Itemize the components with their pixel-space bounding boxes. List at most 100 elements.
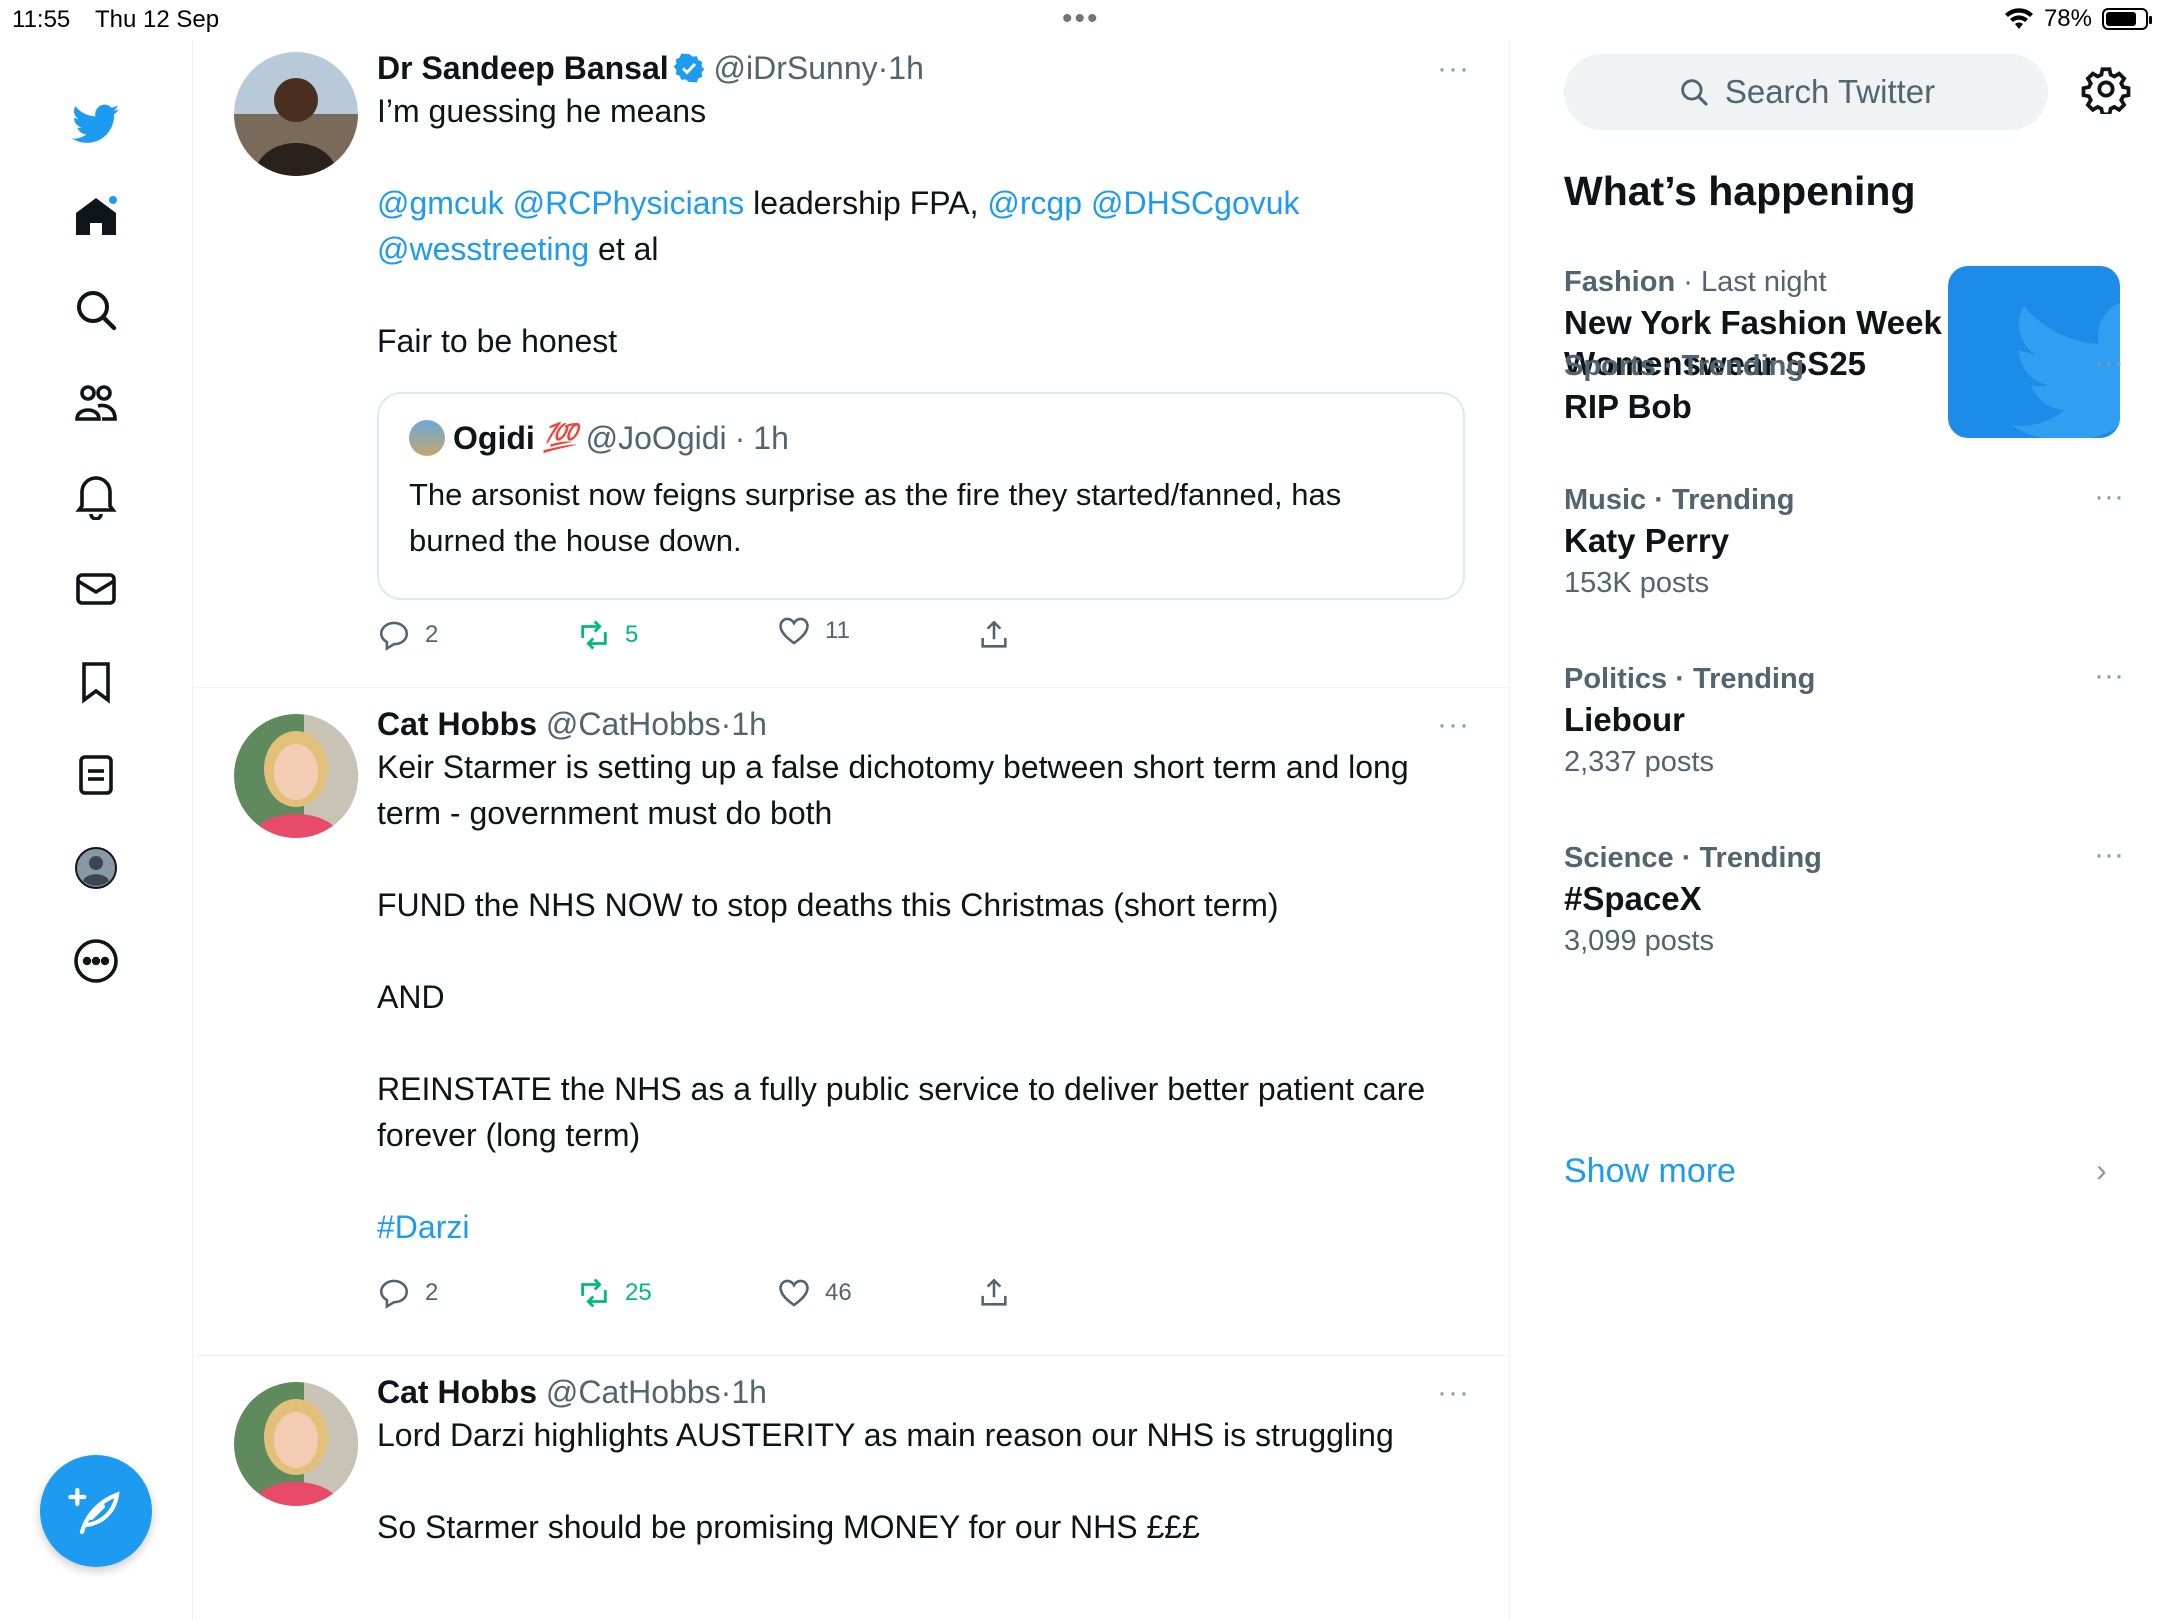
left-nav xyxy=(0,40,193,1620)
search-icon xyxy=(1681,79,1708,106)
tweet-more-button[interactable]: ··· xyxy=(1437,1376,1470,1410)
status-right: 78% xyxy=(2004,5,2152,33)
reply-button[interactable]: 2 xyxy=(377,618,438,652)
tweet-text: I’m guessing he means @gmcuk @RCPhysicia… xyxy=(377,88,1447,364)
compose-tweet-button[interactable] xyxy=(40,1455,152,1567)
tweet-time[interactable]: 1h xyxy=(731,706,767,742)
heart-icon xyxy=(779,1279,809,1307)
twitter-logo-icon[interactable] xyxy=(62,90,130,158)
like-button[interactable]: 11 xyxy=(777,614,850,648)
mention-link[interactable]: @RCPhysicians xyxy=(513,185,745,221)
explore-search-icon[interactable] xyxy=(62,276,130,344)
retweet-button[interactable]: 25 xyxy=(577,1276,652,1310)
compose-feather-icon xyxy=(68,1487,120,1535)
quote-header: Ogidi 💯 @JoOgidi · 1h xyxy=(409,418,1433,458)
like-count: 46 xyxy=(825,1279,852,1306)
retweet-count: 25 xyxy=(625,1279,652,1306)
trend-item[interactable]: Music · Trending Katy Perry 153K posts ·… xyxy=(1564,480,2124,605)
tweet[interactable]: Cat Hobbs @CatHobbs·1h Keir Starmer is s… xyxy=(194,688,1509,1356)
like-button[interactable]: 46 xyxy=(777,1276,852,1310)
heart-icon xyxy=(779,617,809,645)
trend-item[interactable]: Politics · Trending Liebour 2,337 posts … xyxy=(1564,659,2124,784)
retweet-button[interactable]: 5 xyxy=(577,618,638,652)
tweet-line: So Starmer should be promising MONEY for… xyxy=(377,1509,1200,1545)
trend-title: #SpaceX xyxy=(1564,880,1702,917)
trend-more-button[interactable]: ··· xyxy=(2094,480,2124,514)
trend-title: Liebour xyxy=(1564,701,1685,738)
home-icon[interactable] xyxy=(62,183,130,251)
tweet[interactable]: Cat Hobbs @CatHobbs·1h Lord Darzi highli… xyxy=(194,1356,1509,1620)
trend-more-button[interactable]: ··· xyxy=(2094,838,2124,872)
share-icon xyxy=(981,620,1007,648)
reply-button[interactable]: 2 xyxy=(377,1276,438,1310)
trend-more-button[interactable]: ··· xyxy=(2094,659,2124,693)
trend-count: 2,337 posts xyxy=(1564,746,1714,778)
search-placeholder: Search Twitter xyxy=(1724,73,1936,110)
tweet-line: @wesstreeting et al xyxy=(377,226,1447,272)
tweet-time[interactable]: 1h xyxy=(888,50,924,86)
tweet-line: Keir Starmer is setting up a false dicho… xyxy=(377,749,1409,831)
avatar[interactable] xyxy=(234,714,358,838)
tweet-actions: 2 5 11 xyxy=(377,617,1277,658)
communities-icon[interactable] xyxy=(62,369,130,437)
trend-category: Science xyxy=(1564,842,1674,874)
more-options-icon[interactable] xyxy=(62,927,130,995)
lists-icon[interactable] xyxy=(62,741,130,809)
settings-gear-icon[interactable] xyxy=(2081,64,2137,120)
bookmarks-icon[interactable] xyxy=(62,648,130,716)
tweet-actions: 2 25 46 xyxy=(377,1276,1277,1316)
trend-item[interactable]: Science · Trending #SpaceX 3,099 posts ·… xyxy=(1564,838,2124,963)
quote-text: The arsonist now feigns surprise as the … xyxy=(409,477,1342,558)
author-handle[interactable]: @CatHobbs xyxy=(546,706,721,742)
avatar[interactable] xyxy=(234,1382,358,1506)
mention-link[interactable]: @DHSCgovuk xyxy=(1091,185,1300,221)
share-button[interactable] xyxy=(977,1276,1011,1310)
tweet-text: Lord Darzi highlights AUSTERITY as main … xyxy=(377,1412,1447,1550)
trend-context: Trending xyxy=(1692,663,1816,695)
reply-icon xyxy=(379,621,409,651)
mention-link[interactable]: @wesstreeting xyxy=(377,231,589,267)
trend-more-button[interactable]: ··· xyxy=(2094,346,2124,380)
quoted-tweet[interactable]: Ogidi 💯 @JoOgidi · 1h The arsonist now fei… xyxy=(377,392,1465,600)
mention-link[interactable]: @gmcuk xyxy=(377,185,504,221)
author-name[interactable]: Cat Hobbs xyxy=(377,706,537,742)
search-input[interactable]: Search Twitter xyxy=(1564,54,2048,130)
trend-context: Trending xyxy=(1681,350,1805,382)
mention-link[interactable]: @rcgp xyxy=(987,185,1082,221)
chevron-right-icon: › xyxy=(2096,1152,2107,1188)
notifications-bell-icon[interactable] xyxy=(62,462,130,530)
retweet-count: 5 xyxy=(625,621,639,648)
author-handle[interactable]: @CatHobbs xyxy=(546,1374,721,1410)
retweet-icon xyxy=(581,620,607,650)
tweet-header: Cat Hobbs @CatHobbs·1h xyxy=(377,704,1447,744)
author-name[interactable]: Dr Sandeep Bansal xyxy=(377,50,669,86)
trend-item[interactable]: Sports · Trending RIP Bob ··· xyxy=(1564,346,2124,427)
profile-avatar-icon[interactable] xyxy=(62,834,130,902)
quote-author-handle: @JoOgidi xyxy=(585,420,727,456)
tweet-body: Cat Hobbs @CatHobbs·1h Keir Starmer is s… xyxy=(377,704,1447,1250)
messages-envelope-icon[interactable] xyxy=(62,555,130,623)
tweet-more-button[interactable]: ··· xyxy=(1437,52,1470,86)
battery-icon xyxy=(2102,8,2152,30)
tweet[interactable]: Dr Sandeep Bansal @iDrSunny·1h I’m guess… xyxy=(194,40,1509,688)
right-sidebar: Search Twitter What’s happening Fashion … xyxy=(1511,40,2160,1620)
tweet-line: REINSTATE the NHS as a fully public serv… xyxy=(377,1071,1426,1153)
avatar[interactable] xyxy=(234,52,358,176)
tweet-line: #Darzi xyxy=(377,1204,1447,1250)
retweet-icon xyxy=(581,1278,607,1308)
separator-dot: · xyxy=(720,706,732,742)
reply-count: 2 xyxy=(425,1279,439,1306)
separator-dot: · xyxy=(1683,266,1693,298)
separator-dot: · xyxy=(720,1374,732,1410)
trend-meta: Music · Trending xyxy=(1564,480,2124,520)
tweet-time[interactable]: 1h xyxy=(731,1374,767,1410)
author-handle[interactable]: @iDrSunny xyxy=(714,50,878,86)
tweet-more-button[interactable]: ··· xyxy=(1437,708,1470,742)
separator-dot: · xyxy=(1663,350,1674,382)
share-button[interactable] xyxy=(977,618,1011,652)
author-name[interactable]: Cat Hobbs xyxy=(377,1374,537,1410)
trend-count: 153K posts xyxy=(1564,567,1710,599)
multitask-dots[interactable]: ••• xyxy=(1062,2,1100,36)
hashtag-link[interactable]: #Darzi xyxy=(377,1209,469,1245)
show-more-link[interactable]: Show more xyxy=(1564,1152,1736,1191)
